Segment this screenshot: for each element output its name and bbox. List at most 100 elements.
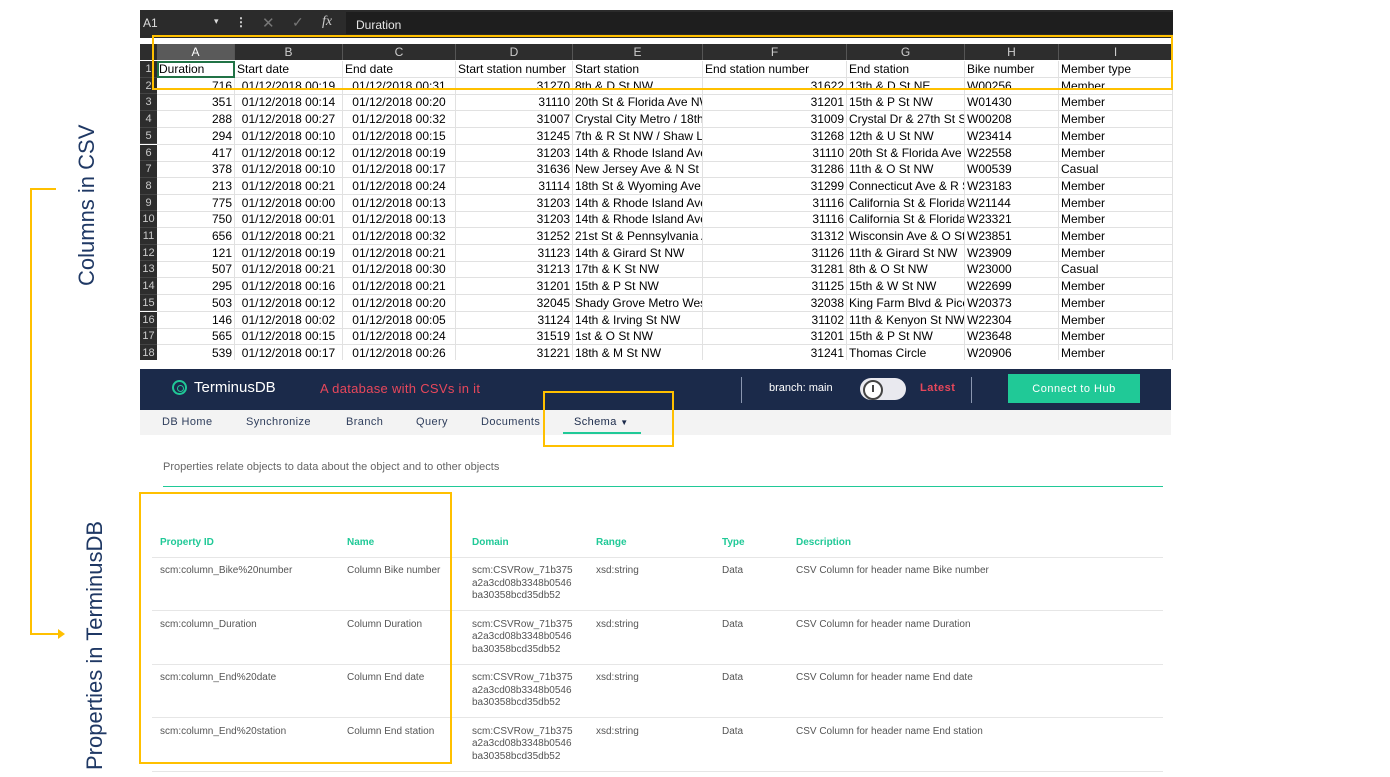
table-cell[interactable]: Member — [1059, 127, 1173, 145]
th-description[interactable]: Description — [796, 537, 851, 548]
table-cell[interactable]: 01/12/2018 00:17 — [235, 344, 343, 360]
table-cell[interactable]: Crystal Dr & 27th St S — [847, 111, 965, 129]
table-cell[interactable]: 31116 — [703, 211, 847, 229]
table-cell[interactable]: 31126 — [703, 244, 847, 262]
table-cell[interactable]: Member — [1059, 294, 1173, 312]
table-cell[interactable]: 31114 — [456, 177, 573, 195]
table-cell[interactable]: 31124 — [456, 311, 573, 329]
table-cell[interactable]: 31245 — [456, 127, 573, 145]
table-cell[interactable]: 01/12/2018 00:01 — [235, 211, 343, 229]
table-cell[interactable]: Casual — [1059, 261, 1173, 279]
insert-function-icon[interactable]: fx — [322, 14, 332, 30]
table-cell[interactable]: Member — [1059, 211, 1173, 229]
row-header-17[interactable]: 17 — [140, 328, 157, 345]
table-cell[interactable]: New Jersey Ave & N St NW — [573, 161, 703, 179]
table-cell[interactable]: 31123 — [456, 244, 573, 262]
table-cell[interactable]: 351 — [157, 94, 235, 112]
table-cell[interactable]: 01/12/2018 00:20 — [343, 294, 456, 312]
table-cell[interactable]: 01/12/2018 00:30 — [343, 261, 456, 279]
table-cell[interactable]: 11th & O St NW — [847, 161, 965, 179]
table-cell[interactable]: 20th St & Florida Ave NW — [573, 94, 703, 112]
tab-documents[interactable]: Documents — [481, 416, 540, 428]
formula-input[interactable]: Duration — [346, 12, 1173, 34]
table-cell[interactable]: W01430 — [965, 94, 1059, 112]
table-cell[interactable]: W23321 — [965, 211, 1059, 229]
table-cell[interactable]: 31203 — [456, 144, 573, 162]
table-cell[interactable]: Member — [1059, 177, 1173, 195]
row-header-12[interactable]: 12 — [140, 244, 157, 262]
table-cell[interactable]: Wisconsin Ave & O St N — [847, 228, 965, 245]
row-header-5[interactable]: 5 — [140, 127, 157, 145]
table-cell[interactable]: 01/12/2018 00:21 — [343, 244, 456, 262]
table-cell[interactable]: Casual — [1059, 161, 1173, 179]
table-cell[interactable]: 01/12/2018 00:19 — [235, 244, 343, 262]
more-options-icon[interactable]: ⋮ — [235, 15, 247, 29]
table-cell[interactable]: W23851 — [965, 228, 1059, 245]
table-cell[interactable]: 31007 — [456, 111, 573, 129]
row-header-13[interactable]: 13 — [140, 261, 157, 279]
table-cell[interactable]: 31299 — [703, 177, 847, 195]
name-box[interactable]: A1 — [143, 16, 158, 30]
table-cell[interactable]: 01/12/2018 00:32 — [343, 228, 456, 245]
table-cell[interactable]: Member — [1059, 94, 1173, 112]
table-cell[interactable]: 14th & Girard St NW — [573, 244, 703, 262]
table-cell[interactable]: 01/12/2018 00:26 — [343, 344, 456, 360]
table-cell[interactable]: 31268 — [703, 127, 847, 145]
table-cell[interactable]: W20373 — [965, 294, 1059, 312]
table-cell[interactable]: California St & Florida A — [847, 194, 965, 212]
table-cell[interactable]: W23183 — [965, 177, 1059, 195]
table-cell[interactable]: 417 — [157, 144, 235, 162]
table-cell[interactable]: 294 — [157, 127, 235, 145]
table-cell[interactable]: 01/12/2018 00:17 — [343, 161, 456, 179]
table-cell[interactable]: Thomas Circle — [847, 344, 965, 360]
table-cell[interactable]: 15th & P St NW — [847, 328, 965, 346]
table-cell[interactable]: 14th & Irving St NW — [573, 311, 703, 329]
table-cell[interactable]: 11th & Girard St NW — [847, 244, 965, 262]
table-cell[interactable]: 31213 — [456, 261, 573, 279]
table-cell[interactable]: 15th & P St NW — [573, 278, 703, 296]
table-cell[interactable]: 01/12/2018 00:15 — [235, 328, 343, 346]
table-cell[interactable]: W21144 — [965, 194, 1059, 212]
table-cell[interactable]: 539 — [157, 344, 235, 360]
row-header-15[interactable]: 15 — [140, 294, 157, 312]
table-cell[interactable]: 01/12/2018 00:12 — [235, 294, 343, 312]
table-cell[interactable]: 01/12/2018 00:21 — [235, 228, 343, 245]
table-cell[interactable]: Member — [1059, 344, 1173, 360]
name-box-dropdown-icon[interactable]: ▾ — [214, 16, 219, 27]
table-cell[interactable]: King Farm Blvd & Picca — [847, 294, 965, 312]
table-cell[interactable]: 01/12/2018 00:14 — [235, 94, 343, 112]
table-cell[interactable]: 21st St & Pennsylvania Av — [573, 228, 703, 245]
table-cell[interactable]: 295 — [157, 278, 235, 296]
th-domain[interactable]: Domain — [472, 537, 509, 548]
table-cell[interactable]: 14th & Rhode Island Ave — [573, 194, 703, 212]
table-cell[interactable]: Member — [1059, 194, 1173, 212]
table-cell[interactable]: 565 — [157, 328, 235, 346]
row-header-8[interactable]: 8 — [140, 177, 157, 195]
table-cell[interactable]: 31203 — [456, 211, 573, 229]
terminusdb-logo[interactable]: TerminusDB — [194, 379, 276, 396]
table-cell[interactable]: 18th & M St NW — [573, 344, 703, 360]
table-cell[interactable]: 1st & O St NW — [573, 328, 703, 346]
row-header-18[interactable]: 18 — [140, 344, 157, 360]
row-header-4[interactable]: 4 — [140, 111, 157, 128]
table-cell[interactable]: 01/12/2018 00:21 — [343, 278, 456, 296]
enter-icon[interactable]: ✓ — [292, 14, 304, 31]
table-cell[interactable]: 01/12/2018 00:21 — [235, 261, 343, 279]
tab-db-home[interactable]: DB Home — [162, 416, 212, 428]
table-cell[interactable]: 31201 — [703, 328, 847, 346]
table-cell[interactable]: California St & Florida A — [847, 211, 965, 229]
table-cell[interactable]: 146 — [157, 311, 235, 329]
table-cell[interactable]: W23909 — [965, 244, 1059, 262]
table-cell[interactable]: 213 — [157, 177, 235, 195]
table-cell[interactable]: 288 — [157, 111, 235, 129]
table-cell[interactable]: 01/12/2018 00:10 — [235, 127, 343, 145]
table-cell[interactable]: 32038 — [703, 294, 847, 312]
table-cell[interactable]: 15th & W St NW — [847, 278, 965, 296]
table-cell[interactable]: 121 — [157, 244, 235, 262]
table-cell[interactable]: 31221 — [456, 344, 573, 360]
table-cell[interactable]: 14th & Rhode Island Ave — [573, 211, 703, 229]
table-cell[interactable]: W23648 — [965, 328, 1059, 346]
table-cell[interactable]: 31201 — [703, 94, 847, 112]
table-cell[interactable]: Connecticut Ave & R St — [847, 177, 965, 195]
table-cell[interactable]: W22699 — [965, 278, 1059, 296]
